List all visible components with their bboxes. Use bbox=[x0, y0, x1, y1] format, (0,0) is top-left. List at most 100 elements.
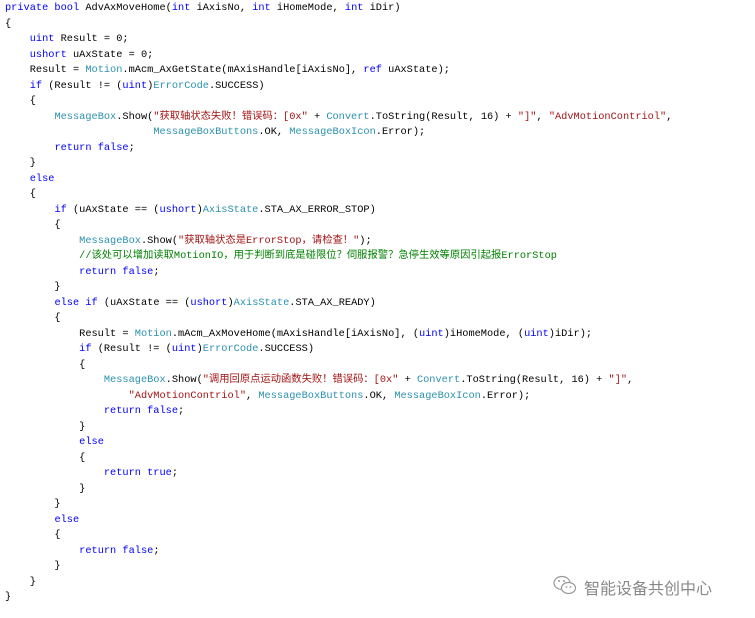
code-editor: private bool AdvAxMoveHome(int iAxisNo, … bbox=[5, 1, 672, 606]
code-line: } bbox=[5, 420, 672, 436]
code-keyword: int bbox=[171, 2, 191, 14]
code-line: { bbox=[5, 528, 672, 544]
code-text: , bbox=[666, 110, 673, 123]
code-string: "获取轴状态是ErrorStop，请检查！" bbox=[178, 234, 360, 247]
code-keyword: return true bbox=[103, 467, 172, 479]
code-text: iHomeMode, bbox=[270, 2, 345, 14]
code-type: MessageBoxIcon bbox=[394, 389, 481, 402]
code-text: } bbox=[5, 575, 36, 588]
code-line: } bbox=[5, 559, 672, 575]
code-line: } bbox=[5, 156, 672, 172]
code-text: { bbox=[5, 17, 12, 30]
code-line: { bbox=[5, 451, 672, 467]
code-keyword: uint bbox=[171, 343, 197, 355]
code-text: Result = bbox=[5, 327, 135, 340]
code-keyword: return false bbox=[103, 405, 179, 417]
code-keyword: return false bbox=[79, 544, 154, 557]
code-text: .mAcm_AxGetState(mAxisHandle[iAxisNo], bbox=[122, 64, 364, 76]
code-type: Convert bbox=[326, 110, 370, 123]
code-text: ); bbox=[359, 234, 372, 247]
code-text: )iDir); bbox=[548, 327, 593, 340]
code-text: uAxState); bbox=[381, 64, 450, 76]
code-text: ; bbox=[128, 141, 135, 154]
code-text: } bbox=[5, 281, 61, 293]
code-line: else if (uAxState == (ushort)AxisState.S… bbox=[5, 296, 672, 312]
code-keyword: else bbox=[54, 513, 80, 526]
code-keyword: ushort bbox=[190, 296, 228, 309]
code-text: .Show( bbox=[116, 110, 154, 123]
code-string: "获取轴状态失败！错误码：[0x" bbox=[153, 110, 308, 123]
code-text: .mAcm_AxMoveHome(mAxisHandle[iAxisNo], ( bbox=[171, 327, 420, 340]
code-text: .Show( bbox=[140, 234, 179, 247]
code-text: .Show( bbox=[165, 374, 203, 386]
code-text: (uAxState == ( bbox=[97, 296, 191, 309]
code-text: } bbox=[5, 157, 36, 169]
code-line: if (Result != (uint)ErrorCode.SUCCESS) bbox=[5, 342, 672, 358]
code-text: } bbox=[5, 591, 12, 603]
code-line: if (Result != (uint)ErrorCode.SUCCESS) bbox=[5, 79, 672, 95]
code-type: Motion bbox=[134, 327, 172, 340]
code-keyword: return false bbox=[54, 141, 129, 154]
code-text: .OK, bbox=[363, 389, 395, 402]
code-string: "AdvMotionContriol" bbox=[128, 389, 246, 402]
code-text: .ToString(Result, 16) + bbox=[369, 110, 518, 123]
code-keyword: if bbox=[29, 79, 43, 92]
code-string: "]" bbox=[608, 374, 628, 386]
code-text: { bbox=[5, 188, 36, 200]
code-line: //该处可以增加读取MotionIO，用于判断到底是碰限位？伺服报警？急停生效等… bbox=[5, 249, 672, 265]
code-line: { bbox=[5, 218, 672, 234]
watermark: 智能设备共创中心 bbox=[552, 574, 712, 600]
code-text: .SUCCESS) bbox=[258, 343, 315, 355]
code-text: iAxisNo, bbox=[190, 2, 253, 14]
code-line: return false; bbox=[5, 265, 672, 281]
code-keyword: int bbox=[344, 2, 364, 14]
code-line: uint Result = 0; bbox=[5, 32, 672, 48]
code-line: else bbox=[5, 172, 672, 188]
code-text: .OK, bbox=[258, 126, 290, 138]
code-text: } bbox=[5, 560, 61, 572]
code-keyword: int bbox=[252, 2, 271, 14]
code-type: Motion bbox=[85, 64, 123, 76]
code-text: + bbox=[398, 374, 417, 386]
code-keyword: ushort bbox=[159, 203, 197, 216]
code-text: .STA_AX_ERROR_STOP) bbox=[258, 203, 376, 216]
code-text: )iHomeMode, ( bbox=[443, 327, 525, 340]
code-text: .ToString(Result, 16) + bbox=[460, 374, 609, 386]
code-type: AxisState bbox=[233, 296, 290, 309]
code-text: ; bbox=[153, 544, 160, 557]
code-line: return false; bbox=[5, 141, 672, 157]
code-line: Result = Motion.mAcm_AxMoveHome(mAxisHan… bbox=[5, 327, 672, 343]
watermark-text: 智能设备共创中心 bbox=[584, 579, 713, 598]
code-keyword: ref bbox=[363, 64, 382, 76]
code-keyword: if bbox=[79, 343, 92, 355]
code-line: { bbox=[5, 187, 672, 203]
code-line: { bbox=[5, 17, 672, 33]
code-text: ; bbox=[153, 265, 160, 278]
code-text: (Result != ( bbox=[42, 79, 123, 92]
code-text: Result = bbox=[5, 64, 86, 76]
code-text: + bbox=[307, 110, 327, 123]
code-line: "AdvMotionContriol", MessageBoxButtons.O… bbox=[5, 389, 672, 405]
code-keyword: else bbox=[29, 172, 55, 185]
code-type: MessageBox bbox=[103, 374, 166, 386]
code-text: , bbox=[536, 110, 549, 123]
code-text: AdvAxMoveHome( bbox=[79, 2, 172, 14]
code-type: MessageBox bbox=[54, 110, 117, 123]
code-line: private bool AdvAxMoveHome(int iAxisNo, … bbox=[5, 1, 672, 17]
code-line: Result = Motion.mAcm_AxGetState(mAxisHan… bbox=[5, 63, 672, 79]
code-keyword: ushort bbox=[29, 48, 67, 61]
code-text: ; bbox=[171, 467, 179, 479]
code-line: return true; bbox=[5, 466, 672, 482]
code-text: { bbox=[5, 358, 86, 371]
code-text: .STA_AX_READY) bbox=[289, 296, 376, 309]
code-type: MessageBoxButtons bbox=[153, 126, 259, 138]
code-text: .Error); bbox=[480, 389, 531, 402]
